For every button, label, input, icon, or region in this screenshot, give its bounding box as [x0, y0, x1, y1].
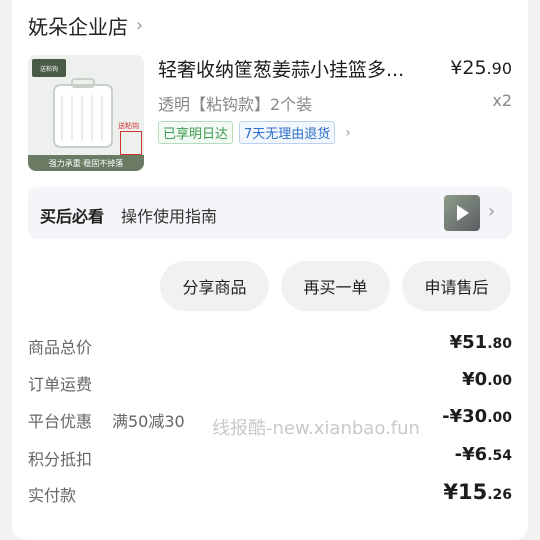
summary-value: ¥0.00: [462, 369, 512, 390]
image-caption: 强力承重·稳固不掉落: [28, 155, 144, 171]
summary-label: 积分抵扣: [28, 450, 93, 469]
video-thumbnail[interactable]: [444, 195, 480, 231]
share-button[interactable]: 分享商品: [160, 261, 269, 311]
product-spec: 透明【粘钩款】2个装: [158, 95, 313, 114]
summary-value: ¥15.26: [443, 480, 512, 504]
gift-hook-image: [120, 131, 142, 155]
summary-label: 商品总价: [28, 338, 93, 357]
after-sale-button[interactable]: 申请售后: [402, 261, 511, 311]
guide-label: 买后必看: [40, 207, 105, 226]
product-title[interactable]: 轻奢收纳筐葱姜蒜小挂篮多...: [158, 55, 428, 82]
value-dec: .80: [487, 336, 512, 352]
usage-guide[interactable]: 买后必看 操作使用指南 ›: [28, 187, 512, 239]
summary-label: 实付款: [28, 486, 77, 505]
value-int: ¥51: [449, 332, 488, 353]
service-tags[interactable]: 已享明日达 7天无理由退货 ›: [158, 121, 351, 144]
value-dec: .00: [487, 373, 512, 389]
shop-link[interactable]: 妩朵企业店 ›: [28, 10, 143, 40]
shop-name: 妩朵企业店: [28, 14, 128, 39]
summary-value: -¥6.54: [455, 444, 512, 465]
play-icon: [457, 205, 469, 221]
value-int: ¥15: [443, 480, 488, 504]
summary-sublabel: 满50减30: [112, 412, 185, 431]
value-int: -¥6: [454, 444, 488, 465]
watermark: 线报酷-new.xianbao.fun: [212, 418, 420, 439]
product-price: ¥25.90: [450, 57, 512, 79]
product-image[interactable]: 送粘钩 送粘钩 强力承重·稳固不掉落: [28, 55, 144, 171]
value-dec: .26: [487, 487, 512, 503]
summary-row-paid: 实付款 ¥15.26: [28, 480, 512, 506]
summary-label: 订单运费: [28, 375, 93, 394]
summary-row-shipping: 订单运费 ¥0.00: [28, 369, 512, 395]
price-dec: .90: [486, 59, 512, 78]
summary-row-points: 积分抵扣 -¥6.54: [28, 444, 512, 470]
tag-return: 7天无理由退货: [239, 121, 336, 144]
rebuy-button[interactable]: 再买一单: [281, 261, 390, 311]
chevron-right-icon: ›: [345, 124, 351, 141]
summary-row-total: 商品总价 ¥51.80: [28, 332, 512, 358]
value-int: -¥30: [442, 406, 488, 427]
value-int: ¥0: [462, 369, 488, 390]
value-dec: .54: [487, 448, 512, 464]
tag-next-day: 已享明日达: [158, 121, 234, 144]
summary-label: 平台优惠: [28, 412, 93, 431]
order-card: 妩朵企业店 › 送粘钩 送粘钩 强力承重·稳固不掉落 轻奢收纳筐葱姜蒜小挂篮多.…: [12, 0, 528, 540]
summary-value: ¥51.80: [450, 332, 512, 353]
summary-value: -¥30.00: [442, 406, 512, 427]
product-qty: x2: [492, 91, 512, 110]
value-dec: .00: [487, 410, 512, 426]
gift-label: 送粘钩: [118, 122, 139, 130]
chevron-right-icon: ›: [136, 14, 144, 36]
price-int: ¥25: [450, 57, 487, 79]
action-buttons: 分享商品 再买一单 申请售后: [160, 261, 511, 311]
guide-text: 操作使用指南: [121, 207, 218, 226]
chevron-right-icon: ›: [488, 201, 496, 222]
